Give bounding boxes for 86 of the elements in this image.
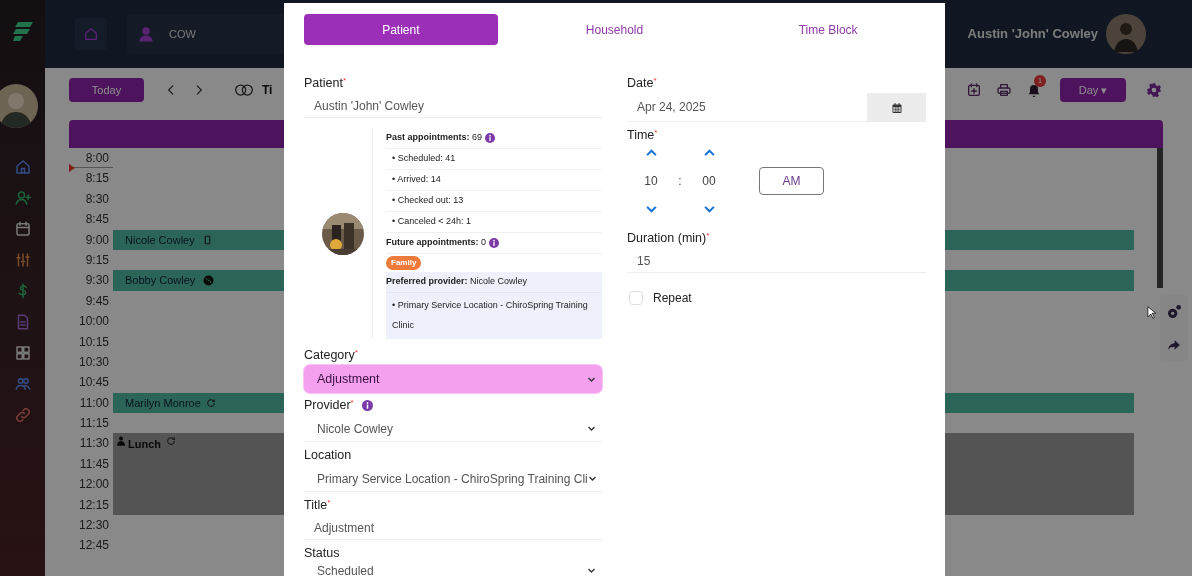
repeat-icon <box>205 397 216 408</box>
time-label: 10:45 <box>78 375 109 390</box>
duration-field[interactable]: 15 <box>627 249 926 273</box>
home-icon <box>83 26 99 42</box>
grid-icon[interactable] <box>13 344 32 362</box>
field-label: Duration (min)$^{*}$ <box>627 230 711 246</box>
view-dropdown[interactable]: Day ▾ <box>1060 78 1126 102</box>
print-icon[interactable] <box>996 82 1012 98</box>
field-label: Title$^{*}$ <box>304 497 332 513</box>
time-label: 12:30 <box>78 518 109 533</box>
time-label: 8:00 <box>85 151 109 165</box>
status-select[interactable]: Scheduled <box>304 561 602 576</box>
time-label: 8:30 <box>85 191 109 206</box>
time-label: 10:30 <box>78 354 109 369</box>
chevron-down-icon <box>587 424 596 433</box>
category-select[interactable]: Adjustment <box>304 365 602 393</box>
home-icon[interactable] <box>13 158 32 176</box>
avatar <box>0 84 38 128</box>
calendar-button[interactable] <box>867 93 926 122</box>
calendar-title: Ti <box>262 82 273 99</box>
notification-bell-icon[interactable] <box>1026 83 1042 99</box>
past-appointments-text: Past appointments: 69 <box>386 131 483 145</box>
info-icon[interactable] <box>485 133 496 143</box>
location-text: • Primary Service Location - ChiroSpring Training Clinic <box>391 299 589 332</box>
time-label: 10:00 <box>78 314 109 329</box>
info-icon[interactable] <box>489 238 499 248</box>
preferred-provider-text: Preferred provider: Nicole Cowley <box>386 275 528 289</box>
location-select[interactable]: Primary Service Location - ChiroSpring Training Cli <box>304 466 602 492</box>
notification-badge: 1 <box>1034 75 1046 87</box>
logo-icon <box>11 20 34 44</box>
sliders-icon[interactable] <box>13 251 32 269</box>
calendar-icon <box>890 101 903 114</box>
time-label: 10:15 <box>78 334 109 349</box>
time-separator: : <box>677 173 683 190</box>
appointment-count-text: • Arrived: 14 <box>386 170 602 191</box>
repeat-checkbox[interactable] <box>629 291 643 305</box>
time-label: 11:30 <box>79 436 109 451</box>
time-label: 8:15 <box>85 171 109 186</box>
time-label: 11:15 <box>79 416 109 431</box>
time-label: 12:15 <box>78 497 109 512</box>
calendar-add-icon[interactable] <box>966 82 982 98</box>
time-label: 9:00 <box>85 232 109 247</box>
appointment-count-text: • Scheduled: 41 <box>386 149 602 170</box>
tab[interactable]: Patient <box>304 14 498 45</box>
hour-value[interactable]: 10 <box>644 172 658 190</box>
period-toggle[interactable]: AM <box>759 167 824 195</box>
time-label: 12:45 <box>78 538 109 553</box>
appointment-count-text: • Checked out: 13 <box>386 191 602 212</box>
field-label: Date$^{*}$ <box>627 75 658 91</box>
minute-value[interactable]: 00 <box>702 172 716 190</box>
user-plus-icon[interactable] <box>13 189 32 207</box>
field-label: Provider$^{*}$ <box>304 397 354 413</box>
user-icon <box>137 25 155 43</box>
phone-icon <box>202 234 212 245</box>
field-label: Location <box>304 447 352 463</box>
title-field[interactable]: Adjustment <box>304 516 602 540</box>
checkbox-label: Repeat <box>653 290 692 307</box>
future-appointments-text: Future appointments: 0 <box>386 236 486 250</box>
today-button[interactable]: Today <box>69 78 144 102</box>
settings-icon[interactable] <box>1146 82 1162 98</box>
time-label: 11:45 <box>79 456 109 471</box>
time-label: 11:00 <box>79 395 109 410</box>
chevron-down-icon <box>587 566 596 575</box>
provider-select[interactable]: Nicole Cowley <box>304 416 602 442</box>
appointment-count-text: • Canceled < 24h: 1 <box>386 212 602 233</box>
overlap-circles-icon[interactable] <box>234 83 254 97</box>
current-time-marker <box>69 164 75 172</box>
field-label: Patient$^{*}$ <box>304 75 348 91</box>
repeat-icon <box>166 436 176 447</box>
tag: Family <box>386 256 422 270</box>
patient-field[interactable]: Austin 'John' Cowley <box>304 94 602 118</box>
person-icon <box>117 436 125 447</box>
time-label: 8:45 <box>85 212 109 227</box>
calendar-icon[interactable] <box>13 220 32 238</box>
time-label: 9:45 <box>85 293 109 308</box>
user-avatar <box>1106 14 1146 54</box>
field-label: Category$^{*}$ <box>304 347 358 363</box>
time-label: 9:15 <box>85 252 109 267</box>
user-name: Austin 'John' Cowley <box>967 25 1098 44</box>
chevron-down-icon <box>587 474 597 483</box>
info-icon[interactable] <box>361 399 373 411</box>
share-icon[interactable] <box>1166 338 1182 352</box>
field-label: Status <box>304 545 340 561</box>
time-label: 9:30 <box>85 273 109 288</box>
time-label: 12:00 <box>78 477 109 492</box>
field-label: Time$^{*}$ <box>627 127 659 143</box>
